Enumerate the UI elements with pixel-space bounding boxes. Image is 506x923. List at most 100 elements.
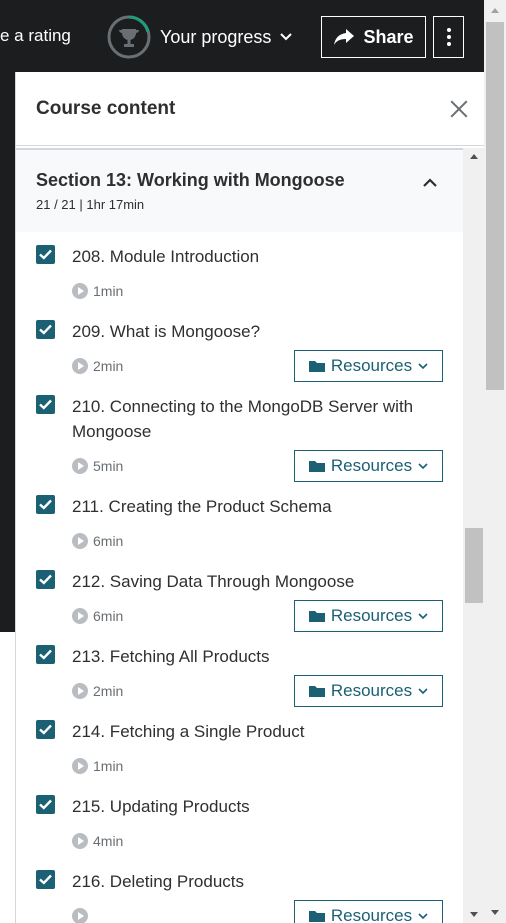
- leave-rating-link[interactable]: e a rating: [0, 26, 71, 46]
- lecture-meta: 5min Resources: [72, 450, 443, 482]
- resources-button[interactable]: Resources: [294, 450, 443, 482]
- checkbox-icon[interactable]: [36, 395, 55, 414]
- lecture-title: 214. Fetching a Single Product: [72, 722, 305, 741]
- lecture-list: 208. Module Introduction 1min 209. What is…: [16, 232, 463, 923]
- lecture-item[interactable]: 211. Creating the Product Schema 6min: [16, 482, 463, 557]
- lecture-duration: 1min: [72, 283, 123, 299]
- page-scroll-down-arrow[interactable]: [491, 910, 499, 915]
- play-icon: [72, 533, 88, 549]
- lecture-title: 210. Connecting to the MongoDB Server wi…: [72, 397, 414, 441]
- lecture-meta: Resources: [72, 900, 443, 923]
- lecture-duration: 1min: [72, 758, 123, 774]
- play-icon: [72, 833, 88, 849]
- checkbox-icon[interactable]: [36, 795, 55, 814]
- more-icon: [446, 28, 451, 32]
- page-scrollbar-thumb[interactable]: [486, 22, 504, 390]
- resources-label: Resources: [330, 681, 413, 700]
- lecture-item[interactable]: 210. Connecting to the MongoDB Server wi…: [16, 382, 463, 482]
- resources-label: Resources: [330, 606, 413, 625]
- lecture-duration: 2min: [72, 683, 123, 699]
- top-bar: e a rating Your progress Share: [0, 0, 484, 72]
- lecture-item[interactable]: 213. Fetching All Products 2min Resources: [16, 632, 463, 707]
- lecture-item[interactable]: 208. Module Introduction 1min: [16, 232, 463, 307]
- scroll-up-arrow[interactable]: [470, 154, 478, 159]
- chevron-down-icon: [418, 462, 428, 469]
- resources-label: Resources: [330, 356, 413, 375]
- lecture-meta: 2min Resources: [72, 675, 443, 707]
- video-area-edge: [0, 72, 15, 632]
- folder-icon: [308, 461, 325, 472]
- share-label: Share: [363, 26, 414, 47]
- folder-icon: [308, 611, 325, 622]
- duration-text: 1min: [93, 283, 124, 299]
- section-meta: 21 / 21 | 1hr 17min: [36, 197, 145, 212]
- checkbox-icon[interactable]: [36, 870, 55, 889]
- course-content-panel: Course content Section 13: Working with …: [15, 72, 485, 923]
- resources-button[interactable]: Resources: [294, 600, 443, 632]
- share-button[interactable]: Share: [321, 16, 426, 58]
- duration-text: 4min: [93, 833, 124, 849]
- lecture-duration: [72, 908, 93, 923]
- page-scrollbar[interactable]: [484, 0, 506, 923]
- lecture-title: 211. Creating the Product Schema: [72, 497, 332, 516]
- lecture-item[interactable]: 212. Saving Data Through Mongoose 6min Res…: [16, 557, 463, 632]
- lecture-meta: 2min Resources: [72, 350, 443, 382]
- play-icon: [72, 608, 88, 624]
- chevron-down-icon: [418, 362, 428, 369]
- resources-label: Resources: [330, 456, 413, 475]
- checkbox-icon[interactable]: [36, 720, 55, 739]
- duration-text: 2min: [93, 358, 124, 374]
- panel-scrollbar[interactable]: [463, 148, 485, 923]
- play-icon: [72, 908, 88, 923]
- panel-title: Course content: [36, 97, 176, 119]
- duration-text: 1min: [93, 758, 124, 774]
- duration-text: 2min: [93, 683, 124, 699]
- checkbox-icon[interactable]: [36, 495, 55, 514]
- section-header[interactable]: Section 13: Working with Mongoose 21 / 2…: [16, 148, 463, 232]
- duration-text: 6min: [93, 533, 124, 549]
- duration-text: 5min: [93, 458, 124, 474]
- section-title: Section 13: Working with Mongoose: [36, 170, 345, 190]
- lecture-meta: 4min: [72, 825, 443, 857]
- scroll-down-arrow[interactable]: [470, 912, 478, 917]
- resources-button[interactable]: Resources: [294, 900, 443, 923]
- share-icon: [334, 29, 355, 45]
- folder-icon: [308, 361, 325, 372]
- resources-button[interactable]: Resources: [294, 675, 443, 707]
- content-scroll-area[interactable]: Section 13: Working with Mongoose 21 / 2…: [16, 148, 463, 923]
- lecture-title: 212. Saving Data Through Mongoose: [72, 572, 355, 591]
- lecture-item[interactable]: 215. Updating Products 4min: [16, 782, 463, 857]
- duration-text: 6min: [93, 608, 124, 624]
- lecture-title: 215. Updating Products: [72, 797, 250, 816]
- lecture-title: 213. Fetching All Products: [72, 647, 270, 666]
- lecture-title: 209. What is Mongoose?: [72, 322, 261, 341]
- checkbox-icon[interactable]: [36, 645, 55, 664]
- play-icon: [72, 458, 88, 474]
- lecture-item[interactable]: 214. Fetching a Single Product 1min: [16, 707, 463, 782]
- page-scroll-up-arrow[interactable]: [491, 8, 499, 13]
- lecture-duration: 6min: [72, 533, 123, 549]
- checkbox-icon[interactable]: [36, 320, 55, 339]
- lecture-meta: 1min: [72, 275, 443, 307]
- lecture-item[interactable]: 216. Deleting Products Resources: [16, 857, 463, 923]
- resources-label: Resources: [330, 906, 413, 923]
- chevron-down-icon: [418, 612, 428, 619]
- resources-button[interactable]: Resources: [294, 350, 443, 382]
- play-icon: [72, 683, 88, 699]
- trophy-icon: [107, 15, 151, 59]
- play-icon: [72, 758, 88, 774]
- lecture-duration: 4min: [72, 833, 123, 849]
- lecture-title: 216. Deleting Products: [72, 872, 244, 891]
- chevron-up-icon: [423, 178, 437, 187]
- checkbox-icon[interactable]: [36, 245, 55, 264]
- lecture-duration: 6min: [72, 608, 123, 624]
- lecture-duration: 5min: [72, 458, 123, 474]
- more-options-button[interactable]: [433, 16, 464, 58]
- play-icon: [72, 358, 88, 374]
- lecture-item[interactable]: 209. What is Mongoose? 2min Resources: [16, 307, 463, 382]
- panel-scrollbar-thumb[interactable]: [465, 528, 483, 603]
- progress-button[interactable]: Your progress: [106, 14, 293, 60]
- close-icon[interactable]: [450, 100, 468, 118]
- checkbox-icon[interactable]: [36, 570, 55, 589]
- lecture-meta: 6min Resources: [72, 600, 443, 632]
